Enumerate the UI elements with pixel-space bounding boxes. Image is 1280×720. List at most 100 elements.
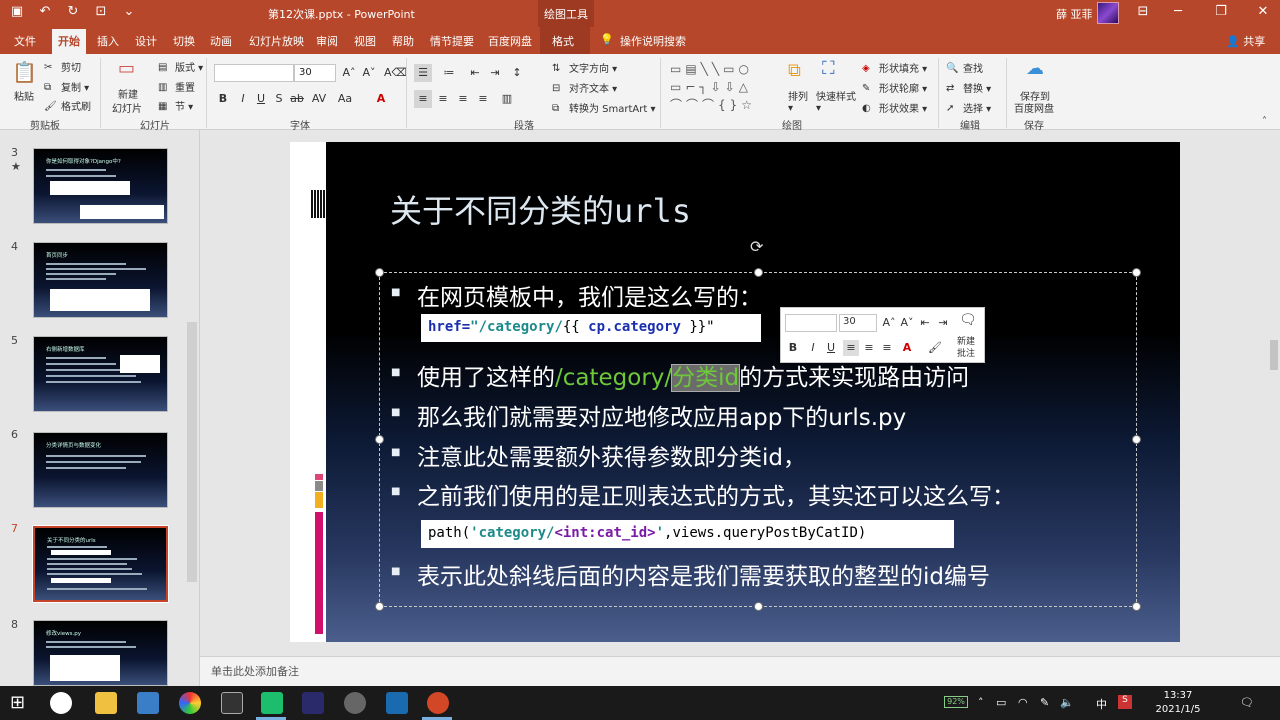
app-icon-3[interactable]: [137, 692, 159, 714]
tray-chevron-icon[interactable]: ˄: [978, 696, 984, 709]
slide-thumbnail-6[interactable]: 分类详情页与数据变化: [33, 432, 168, 508]
pen-icon[interactable]: ✎: [1040, 696, 1049, 709]
shape-effects-button[interactable]: ◐ 形状效果 ▾: [862, 100, 927, 115]
collapse-ribbon-icon[interactable]: ˄: [1262, 116, 1267, 127]
resize-handle[interactable]: [1132, 435, 1141, 444]
section-button[interactable]: ▦ 节 ▾: [158, 98, 193, 113]
tab-view[interactable]: 视图: [354, 33, 376, 49]
tab-transitions[interactable]: 切换: [173, 33, 195, 49]
resize-handle[interactable]: [1132, 268, 1141, 277]
user-name[interactable]: 薛 亚菲: [1056, 6, 1093, 22]
italic-icon[interactable]: I: [805, 340, 821, 356]
shadow-icon[interactable]: S: [270, 90, 288, 108]
notes-pane[interactable]: 单击此处添加备注: [200, 656, 1280, 686]
paste-button[interactable]: 粘贴: [14, 88, 34, 103]
resize-handle[interactable]: [754, 602, 763, 611]
resize-handle[interactable]: [375, 602, 384, 611]
decrease-font-icon[interactable]: A˅: [899, 315, 915, 331]
align-right-icon[interactable]: ≡: [879, 340, 895, 356]
minimize-icon[interactable]: ─: [1163, 4, 1193, 19]
slide-thumbnail-8[interactable]: 修改views.py: [33, 620, 168, 686]
notifications-icon[interactable]: 🗨: [1240, 696, 1254, 709]
font-color-icon[interactable]: A: [372, 90, 390, 108]
line-spacing-icon[interactable]: ↕: [508, 64, 526, 82]
file-explorer-icon[interactable]: [95, 692, 117, 714]
app-icon-9[interactable]: [386, 692, 408, 714]
baidu-cloud-icon[interactable]: ☁: [1026, 58, 1044, 79]
align-text-button[interactable]: ⊟ 对齐文本 ▾: [552, 80, 617, 95]
ribbon-display-options-icon[interactable]: ⊟: [1128, 4, 1158, 19]
tab-design[interactable]: 设计: [135, 33, 157, 49]
bold-icon[interactable]: B: [214, 90, 232, 108]
tab-format[interactable]: 格式: [552, 33, 574, 49]
app-icon-infinity[interactable]: [302, 692, 324, 714]
thumbnail-scrollbar[interactable]: [187, 322, 197, 582]
change-case-icon[interactable]: Aa: [336, 90, 354, 108]
tab-insert[interactable]: 插入: [97, 33, 119, 49]
powerpoint-icon[interactable]: [427, 692, 449, 714]
mini-font-size-field[interactable]: 30: [839, 314, 877, 332]
shape-outline-button[interactable]: ✎ 形状轮廓 ▾: [862, 80, 927, 95]
align-center-icon[interactable]: ≡: [861, 340, 877, 356]
clear-format-icon[interactable]: A⌫: [384, 64, 407, 82]
slide-title[interactable]: 关于不同分类的urls: [390, 186, 691, 232]
new-slide-label-2[interactable]: 幻灯片: [112, 100, 142, 115]
strikethrough-icon[interactable]: ab: [288, 90, 306, 108]
underline-icon[interactable]: U: [252, 90, 270, 108]
increase-indent-icon[interactable]: ⇥: [486, 64, 504, 82]
find-button[interactable]: 🔍 查找: [946, 60, 983, 75]
increase-font-icon[interactable]: A˄: [881, 315, 897, 331]
customize-qat-icon[interactable]: ⌄: [120, 4, 138, 19]
tab-slideshow[interactable]: 幻灯片放映: [249, 33, 304, 49]
shape-fill-button[interactable]: ◈ 形状填充 ▾: [862, 60, 927, 75]
align-left-icon[interactable]: ≡: [843, 340, 859, 356]
format-painter-button[interactable]: 🖌 格式刷: [44, 98, 91, 113]
mini-font-name-field[interactable]: [785, 314, 837, 332]
ime-indicator[interactable]: 中: [1096, 696, 1107, 712]
resize-handle[interactable]: [375, 268, 384, 277]
justify-icon[interactable]: ≡: [474, 90, 492, 108]
app-icon-8[interactable]: [344, 692, 366, 714]
increase-indent-icon[interactable]: ⇥: [935, 315, 951, 331]
network-icon[interactable]: ▭: [996, 696, 1006, 709]
chrome-icon[interactable]: [179, 692, 201, 714]
tell-me-search[interactable]: 操作说明搜索: [620, 33, 686, 49]
new-comment-label-2[interactable]: 批注: [957, 346, 975, 359]
tab-help[interactable]: 帮助: [392, 33, 414, 49]
sogou-icon[interactable]: S: [1118, 695, 1132, 709]
tab-review[interactable]: 审阅: [316, 33, 338, 49]
slide-thumbnail-4[interactable]: 首页同步: [33, 242, 168, 318]
decrease-indent-icon[interactable]: ⇤: [466, 64, 484, 82]
italic-icon[interactable]: I: [234, 90, 252, 108]
smartart-button[interactable]: ⧉ 转换为 SmartArt ▾: [552, 100, 656, 115]
replace-button[interactable]: ⇄ 替换 ▾: [946, 80, 991, 95]
app-icon-1[interactable]: [50, 692, 72, 714]
underline-icon[interactable]: U: [823, 340, 839, 356]
windows-start-icon[interactable]: ⊞: [10, 692, 32, 714]
tab-home[interactable]: 开始: [52, 29, 86, 54]
shapes-gallery[interactable]: ▭▤╲╲▭○ ▭⌐┐⇩⇩△ ⌒⌒⌒{}☆: [670, 60, 780, 114]
decrease-font-icon[interactable]: A˅: [360, 64, 378, 82]
decrease-indent-icon[interactable]: ⇤: [917, 315, 933, 331]
resize-handle[interactable]: [754, 268, 763, 277]
slide-thumbnail-5[interactable]: 右侧新增数据库: [33, 336, 168, 412]
tab-baidu[interactable]: 百度网盘: [488, 33, 532, 49]
arrange-icon[interactable]: ⧉: [788, 60, 801, 81]
text-direction-button[interactable]: ⇅ 文字方向 ▾: [552, 60, 617, 75]
share-button[interactable]: 👤 共享: [1226, 33, 1265, 49]
save-to-baidu-label-2[interactable]: 百度网盘: [1014, 100, 1054, 115]
save-icon[interactable]: ▣: [8, 4, 26, 19]
arrange-button[interactable]: 排列 ▾: [788, 88, 808, 114]
quick-styles-icon[interactable]: ⛶: [822, 58, 835, 79]
copy-button[interactable]: ⧉ 复制 ▾: [44, 79, 89, 94]
columns-icon[interactable]: ▥: [498, 90, 516, 108]
wifi-icon[interactable]: ◠: [1018, 696, 1028, 709]
align-center-icon[interactable]: ≡: [434, 90, 452, 108]
new-slide-icon[interactable]: ▭: [118, 58, 135, 79]
quick-styles-button[interactable]: 快速样式 ▾: [816, 88, 856, 114]
resize-handle[interactable]: [375, 435, 384, 444]
battery-indicator[interactable]: 92%: [944, 696, 968, 708]
font-size-field[interactable]: 30: [294, 64, 336, 82]
font-color-icon[interactable]: A: [899, 340, 915, 356]
tab-animations[interactable]: 动画: [210, 33, 232, 49]
